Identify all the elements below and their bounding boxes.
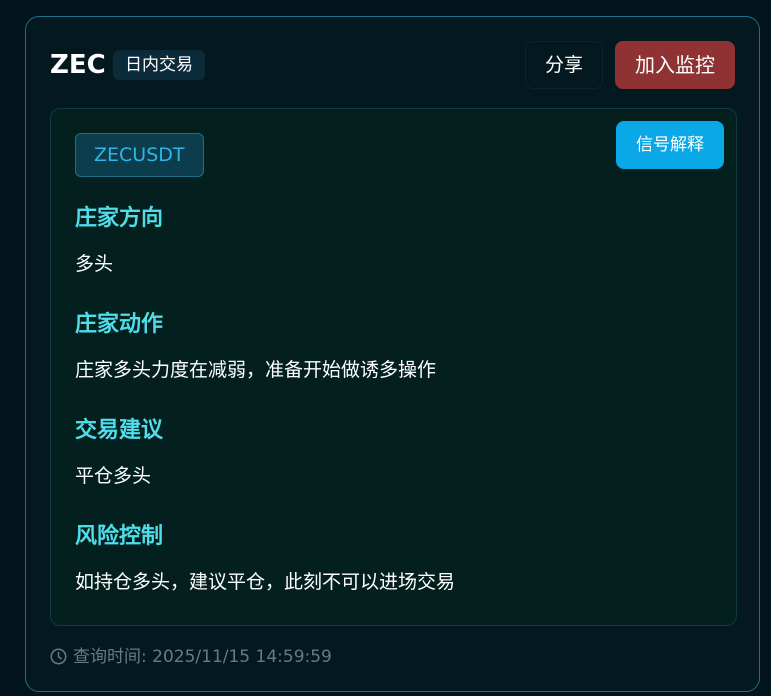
section-text: 庄家多头力度在减弱，准备开始做诱多操作	[75, 359, 437, 381]
query-time-text: 查询时间: 2025/11/15 14:59:59	[73, 647, 332, 667]
clock-icon	[50, 648, 67, 665]
section-banker-direction: 庄家方向 多头	[75, 205, 163, 277]
query-time-footer: 查询时间: 2025/11/15 14:59:59	[50, 645, 332, 669]
trade-mode-tag: 日内交易	[113, 50, 205, 80]
section-banker-action: 庄家动作 庄家多头力度在减弱，准备开始做诱多操作	[75, 311, 436, 383]
share-button[interactable]: 分享	[525, 41, 603, 89]
section-trade-advice: 交易建议 平仓多头	[75, 417, 163, 489]
section-risk-control: 风险控制 如持仓多头，建议平仓，此刻不可以进场交易	[75, 523, 455, 595]
signal-explain-button[interactable]: 信号解释	[616, 121, 724, 169]
section-title: 庄家方向	[75, 206, 164, 231]
card-header: ZEC 日内交易 分享 加入监控	[50, 41, 735, 89]
section-text: 多头	[75, 253, 114, 275]
section-title: 交易建议	[75, 418, 164, 443]
section-title: 庄家动作	[75, 312, 164, 337]
signal-panel: ZECUSDT 信号解释 庄家方向 多头 庄家动作 庄家多头力度在减弱，准备开始…	[50, 108, 737, 626]
symbol-title: ZEC	[50, 50, 106, 80]
section-text: 平仓多头	[75, 465, 152, 487]
section-text: 如持仓多头，建议平仓，此刻不可以进场交易	[75, 571, 456, 593]
section-title: 风险控制	[75, 524, 164, 549]
add-watch-button[interactable]: 加入监控	[615, 41, 735, 89]
signal-card: ZEC 日内交易 分享 加入监控 ZECUSDT 信号解释 庄家方向 多头 庄家…	[25, 16, 760, 692]
pair-badge: ZECUSDT	[75, 133, 204, 177]
